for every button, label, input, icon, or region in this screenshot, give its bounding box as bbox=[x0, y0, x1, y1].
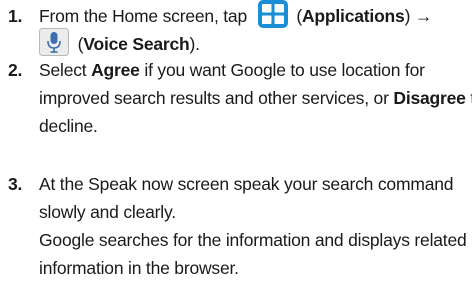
voice-search-icon bbox=[39, 28, 69, 57]
step-2-line-2: improved search results and other servic… bbox=[39, 84, 472, 112]
paren-open-2: ( bbox=[73, 34, 84, 54]
step-3-line-1: At the Speak now screen speak your searc… bbox=[39, 174, 454, 194]
step-3-line-2: slowly and clearly. bbox=[39, 202, 176, 222]
step-number: 2. bbox=[8, 60, 23, 80]
step-1-text: From the Home screen, tap (Applications)… bbox=[39, 0, 469, 58]
step-2-line-1: Select Agree if you want Google to use l… bbox=[39, 56, 469, 84]
arrow-text: ) → bbox=[404, 6, 433, 26]
step-number: 1. bbox=[8, 6, 23, 26]
applications-label: Applications bbox=[301, 6, 405, 26]
step-3-line-4: information in the browser. bbox=[39, 258, 239, 278]
step-3-text: At the Speak now screen speak your searc… bbox=[39, 170, 469, 282]
step-3-line-3: Google searches for the information and … bbox=[39, 230, 467, 250]
step-2-line-3: decline. bbox=[39, 116, 98, 136]
step-1-line-2: (Voice Search). bbox=[39, 28, 469, 58]
text-run: if you want Google to use location for bbox=[139, 60, 425, 80]
applications-icon bbox=[257, 0, 288, 29]
text-run: improved search results and other servic… bbox=[39, 88, 394, 108]
voice-search-label: Voice Search bbox=[83, 34, 190, 54]
step-number: 3. bbox=[8, 174, 23, 194]
step-1-line-1: From the Home screen, tap (Applications)… bbox=[39, 0, 469, 30]
step-2-text: Select Agree if you want Google to use l… bbox=[39, 56, 472, 140]
paren-close: ). bbox=[189, 34, 201, 54]
text-run: Select bbox=[39, 60, 92, 80]
disagree-label: Disagree bbox=[393, 88, 466, 108]
text-run: to bbox=[466, 88, 472, 108]
agree-label: Agree bbox=[91, 60, 140, 80]
step-1-intro: From the Home screen, tap bbox=[39, 6, 247, 26]
paren-open: ( bbox=[291, 6, 302, 26]
